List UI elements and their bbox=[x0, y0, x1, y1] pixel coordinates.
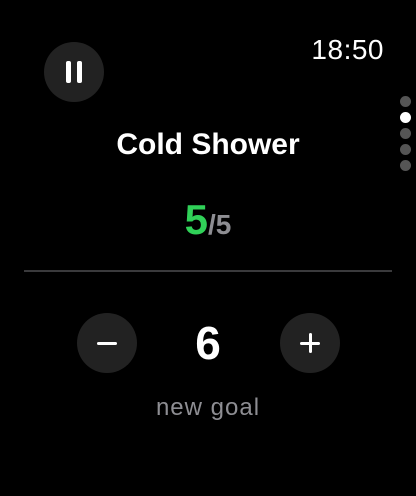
pause-bar-right bbox=[77, 61, 82, 83]
progress-total: 5 bbox=[215, 209, 232, 240]
goal-label: new goal bbox=[155, 394, 261, 421]
progress-separator: / bbox=[208, 209, 216, 240]
pause-icon bbox=[66, 61, 82, 83]
page-dot bbox=[400, 96, 411, 107]
pause-button[interactable] bbox=[44, 42, 104, 102]
page-dot-active bbox=[400, 112, 411, 123]
decrease-goal-button[interactable] bbox=[77, 313, 137, 373]
increase-goal-button[interactable] bbox=[280, 313, 340, 373]
divider bbox=[24, 270, 392, 272]
plus-icon bbox=[300, 333, 320, 353]
habit-title: Cold Shower bbox=[116, 128, 300, 161]
clock: 18:50 bbox=[311, 34, 384, 65]
progress-current: 5 bbox=[184, 196, 208, 243]
minus-icon bbox=[97, 341, 117, 345]
pause-bar-left bbox=[66, 61, 71, 83]
goal-value: 6 bbox=[195, 317, 221, 369]
habit-progress: 5/5 bbox=[0, 196, 416, 244]
